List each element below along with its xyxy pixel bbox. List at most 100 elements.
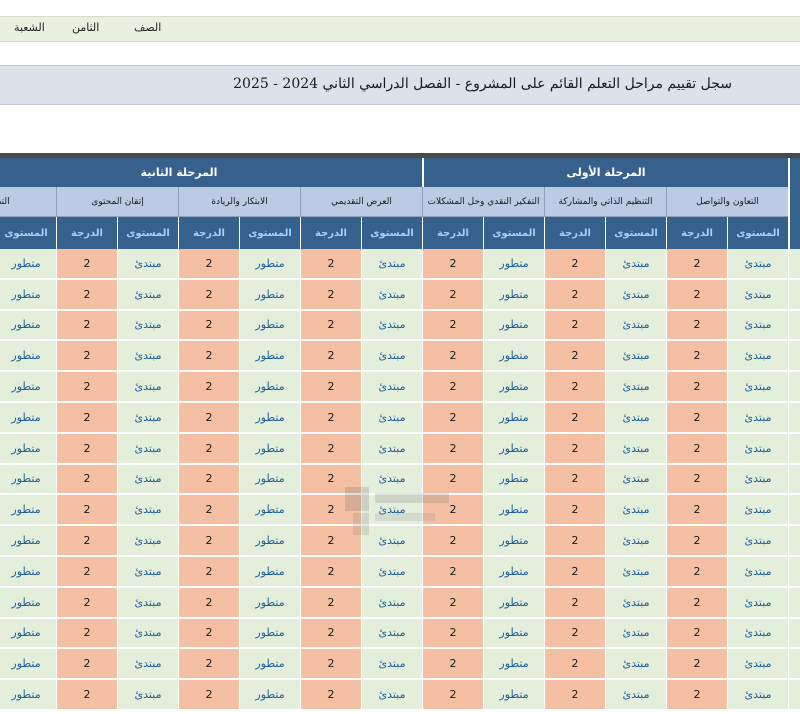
level-cell: متطور <box>239 495 300 527</box>
level-cell: مبتدئ <box>117 618 178 650</box>
level-cell: مبتدئ <box>727 341 788 373</box>
grade-cell: 2 <box>422 310 483 342</box>
level-cell: متطور <box>239 649 300 681</box>
grade-cell: 2 <box>178 557 239 588</box>
level-cell: متطور <box>483 557 544 588</box>
grade-cell: 2 <box>178 587 239 619</box>
grade-cell: 2 <box>300 310 361 342</box>
leading-cell <box>788 372 800 403</box>
level-cell: مبتدئ <box>727 526 788 557</box>
leading-cell <box>788 403 800 434</box>
grade-cell: 2 <box>56 403 117 434</box>
grade-cell: 2 <box>300 403 361 434</box>
level-cell: متطور <box>0 279 56 311</box>
leading-cell <box>788 341 800 373</box>
grade-cell: 2 <box>544 433 605 465</box>
level-cell: مبتدئ <box>117 649 178 681</box>
grade-cell: 2 <box>300 279 361 311</box>
level-subheader: المستوى <box>605 217 666 249</box>
grade-cell: 2 <box>422 433 483 465</box>
criterion-header: التنظيم الذاتي والمشاركة <box>544 187 666 217</box>
grade-cell: 2 <box>422 557 483 588</box>
grade-cell: 2 <box>300 249 361 280</box>
level-cell: متطور <box>0 249 56 280</box>
grade-cell: 2 <box>56 279 117 311</box>
level-subheader: المستوى <box>239 217 300 249</box>
grade-cell: 2 <box>56 557 117 588</box>
grade-cell: 2 <box>666 249 727 280</box>
level-cell: متطور <box>0 464 56 496</box>
grade-cell: 2 <box>544 310 605 342</box>
grade-cell: 2 <box>178 526 239 557</box>
grade-cell: 2 <box>56 618 117 650</box>
stage-header: المرحلة الأولى <box>422 158 788 187</box>
grade-cell: 2 <box>544 557 605 588</box>
level-cell: متطور <box>483 433 544 465</box>
grade-subheader: الدرجة <box>300 217 361 249</box>
grade-cell: 2 <box>666 279 727 311</box>
grade-cell: 2 <box>300 372 361 403</box>
level-cell: مبتدئ <box>605 649 666 681</box>
grade-cell: 2 <box>56 649 117 681</box>
grade-cell: 2 <box>56 526 117 557</box>
grade-cell: 2 <box>178 249 239 280</box>
grade-cell: 2 <box>422 680 483 711</box>
grade-cell: 2 <box>300 557 361 588</box>
grade-cell: 2 <box>178 403 239 434</box>
level-cell: مبتدئ <box>605 618 666 650</box>
leading-column-header <box>788 158 800 249</box>
level-cell: متطور <box>239 249 300 280</box>
criterion-header: العرض التقديمي <box>300 187 422 217</box>
level-cell: مبتدئ <box>727 372 788 403</box>
level-cell: متطور <box>483 587 544 619</box>
grade-cell: 2 <box>666 403 727 434</box>
level-cell: مبتدئ <box>117 680 178 711</box>
level-cell: مبتدئ <box>727 433 788 465</box>
grade-cell: 2 <box>544 249 605 280</box>
level-cell: متطور <box>483 310 544 342</box>
level-cell: مبتدئ <box>361 310 422 342</box>
level-cell: متطور <box>0 403 56 434</box>
grade-cell: 2 <box>56 464 117 496</box>
level-cell: متطور <box>483 249 544 280</box>
assessment-table: المرحلة الأولى المرحلة الثانية التعاون وال… <box>0 153 800 714</box>
grade-cell: 2 <box>56 433 117 465</box>
grade-cell: 2 <box>666 310 727 342</box>
grade-cell: 2 <box>422 618 483 650</box>
leading-cell <box>788 557 800 588</box>
level-cell: مبتدئ <box>605 433 666 465</box>
grade-cell: 2 <box>178 464 239 496</box>
grade-cell: 2 <box>544 372 605 403</box>
level-cell: مبتدئ <box>117 341 178 373</box>
level-cell: مبتدئ <box>727 403 788 434</box>
level-cell: متطور <box>239 403 300 434</box>
level-cell: مبتدئ <box>361 680 422 711</box>
grade-cell: 2 <box>300 587 361 619</box>
grade-subheader: الدرجة <box>56 217 117 249</box>
level-cell: متطور <box>239 341 300 373</box>
grade-value[interactable]: الثامن <box>72 21 99 34</box>
grade-cell: 2 <box>544 495 605 527</box>
level-cell: متطور <box>239 680 300 711</box>
grade-subheader: الدرجة <box>422 217 483 249</box>
leading-cell <box>788 310 800 342</box>
grade-cell: 2 <box>666 495 727 527</box>
leading-cell <box>788 249 800 280</box>
level-cell: مبتدئ <box>605 372 666 403</box>
leading-cell <box>788 618 800 650</box>
level-cell: متطور <box>239 464 300 496</box>
level-cell: متطور <box>0 526 56 557</box>
leading-cell <box>788 464 800 496</box>
grade-cell: 2 <box>178 495 239 527</box>
grade-cell: 2 <box>666 680 727 711</box>
level-cell: متطور <box>239 279 300 311</box>
level-cell: مبتدئ <box>117 279 178 311</box>
level-cell: مبتدئ <box>361 649 422 681</box>
level-cell: مبتدئ <box>117 495 178 527</box>
assessment-grid: المرحلة الأولى المرحلة الثانية التعاون وال… <box>0 153 800 714</box>
level-cell: مبتدئ <box>605 341 666 373</box>
leading-cell <box>788 495 800 527</box>
grade-cell: 2 <box>422 279 483 311</box>
level-subheader: المستوى <box>727 217 788 249</box>
level-cell: متطور <box>239 587 300 619</box>
